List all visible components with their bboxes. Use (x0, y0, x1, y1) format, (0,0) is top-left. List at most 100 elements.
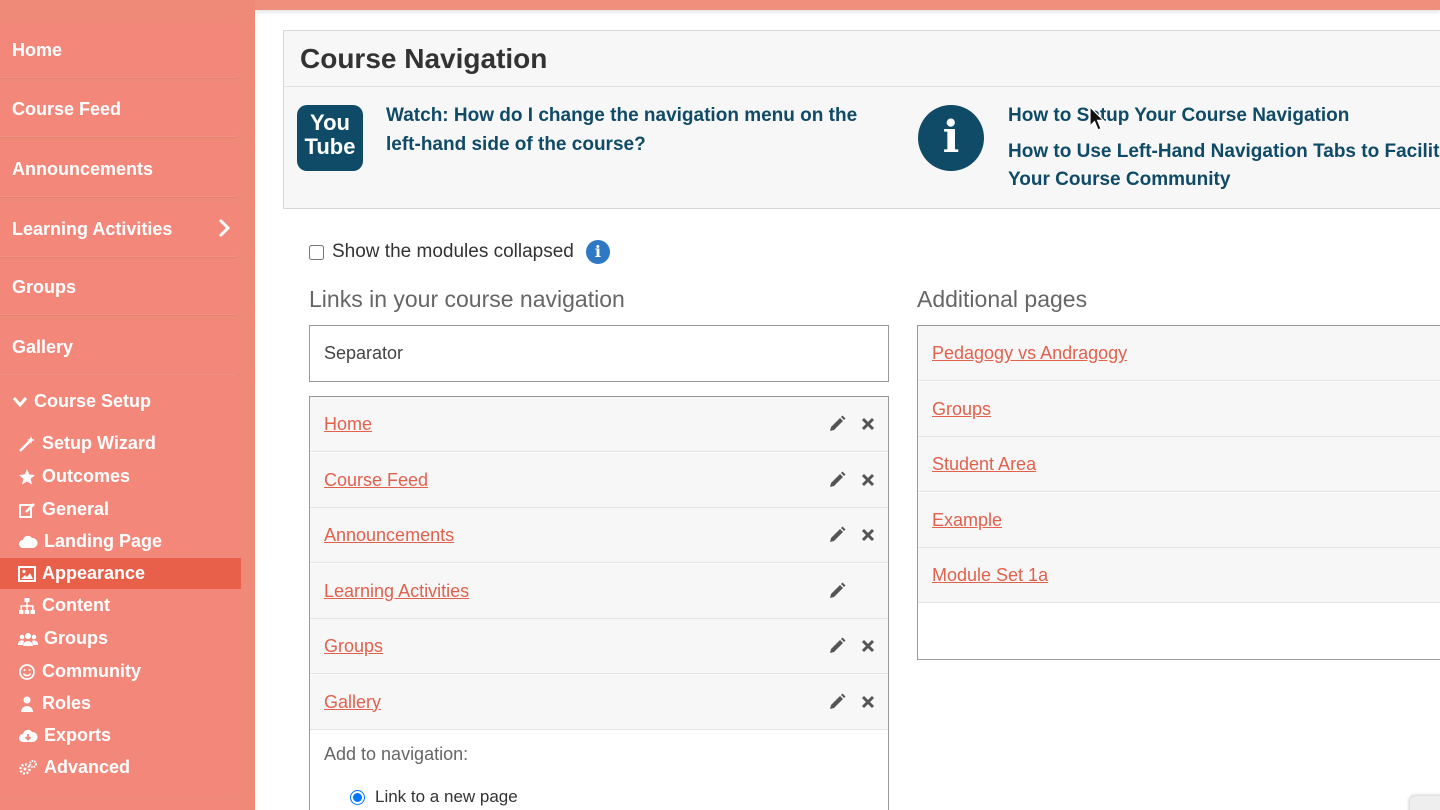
collapse-modules-label[interactable]: Show the modules collapsed (332, 241, 574, 263)
collapse-modules-checkbox[interactable] (309, 244, 324, 260)
setup-item-landing-page[interactable]: Landing Page (0, 526, 241, 557)
page-row-pedagogy-vs-andragogy[interactable]: Pedagogy vs Andragogy (918, 326, 1440, 381)
cloud-icon (19, 535, 38, 548)
setup-item-roles[interactable]: Roles (0, 688, 241, 719)
navigation-links-list: Add to navigation: Link to a new page Ho… (309, 396, 889, 810)
setup-item-label: Setup Wizard (42, 433, 156, 453)
setup-item-label: General (42, 499, 110, 519)
setup-item-label: Outcomes (42, 466, 131, 486)
users-icon (18, 632, 38, 646)
sidebar-item-label: Groups (12, 277, 77, 297)
pencil-icon[interactable] (828, 471, 846, 489)
page-row-module-set-1a[interactable]: Module Set 1a (918, 548, 1440, 603)
nav-link-row-gallery[interactable]: Gallery (310, 674, 888, 730)
setup-item-label: Advanced (44, 757, 131, 777)
sidebar-item-label: Course Feed (12, 99, 122, 119)
sidebar-item-course-feed[interactable]: Course Feed (0, 82, 241, 137)
page-link-groups[interactable]: Groups (932, 399, 991, 420)
nav-link-row-announcements[interactable]: Announcements (310, 508, 888, 563)
link-new-page-label[interactable]: Link to a new page (375, 787, 518, 807)
close-icon[interactable] (860, 527, 876, 543)
page-row-groups[interactable]: Groups (918, 381, 1440, 437)
separator-item[interactable]: Separator (309, 325, 889, 382)
page-link-student-area[interactable]: Student Area (932, 454, 1036, 475)
setup-item-label: Exports (44, 725, 112, 745)
setup-item-content[interactable]: Content (0, 590, 241, 621)
chevron-down-icon (12, 396, 28, 407)
setup-item-outcomes[interactable]: Outcomes (0, 461, 241, 492)
youtube-icon[interactable]: You Tube (297, 105, 363, 171)
floating-widget-edge (1410, 796, 1440, 810)
close-icon[interactable] (860, 416, 876, 432)
sidebar-item-label: Gallery (12, 337, 74, 357)
close-icon[interactable] (860, 694, 876, 710)
info-icon: i (918, 105, 984, 171)
sidebar-item-learning-activities[interactable]: Learning Activities (0, 202, 241, 257)
nav-link-home[interactable]: Home (324, 414, 372, 435)
close-icon[interactable] (860, 638, 876, 654)
help-link-setup-navigation[interactable]: How to Setup Your Course Navigation (1008, 101, 1440, 130)
nav-link-learning-activities[interactable]: Learning Activities (324, 581, 469, 602)
cloud-download-icon (19, 729, 38, 742)
page-title: Course Navigation (300, 43, 548, 74)
setup-item-label: Community (42, 661, 141, 681)
add-to-navigation-label: Add to navigation: (324, 744, 469, 764)
video-help-link[interactable]: Watch: How do I change the navigation me… (386, 101, 886, 159)
setup-item-label: Content (42, 595, 110, 615)
setup-item-groups[interactable]: Groups (0, 623, 241, 654)
nav-link-row-groups[interactable]: Groups (310, 619, 888, 674)
setup-item-appearance[interactable]: Appearance (0, 558, 241, 589)
course-navigation-panel: Course Navigation You Tube Watch: How do… (283, 30, 1440, 209)
pencil-icon[interactable] (828, 415, 846, 433)
additional-pages-list: Pedagogy vs Andragogy Groups Student Area E… (917, 325, 1440, 660)
page-link-pedagogy-vs-andragogy[interactable]: Pedagogy vs Andragogy (932, 343, 1127, 364)
sidebar-item-groups[interactable]: Groups (0, 260, 241, 315)
page-link-example[interactable]: Example (932, 510, 1002, 531)
course-setup-toggle[interactable]: Course Setup (12, 391, 151, 412)
panel-divider (284, 86, 1440, 87)
setup-item-label: Landing Page (44, 531, 163, 551)
image-icon (18, 565, 36, 582)
nav-link-gallery[interactable]: Gallery (324, 692, 381, 713)
collapse-modules-option: Show the modules collapsed i (309, 240, 610, 264)
sidebar-item-gallery[interactable]: Gallery (0, 320, 241, 375)
setup-item-label: Groups (44, 628, 109, 648)
course-setup-label: Course Setup (34, 391, 152, 411)
nav-link-row-home[interactable]: Home (310, 397, 888, 452)
nav-link-row-learning-activities[interactable]: Learning Activities (310, 563, 888, 619)
chevron-right-icon (218, 218, 231, 238)
help-link-left-hand-tabs-continued[interactable]: Your Course Community (1008, 165, 1440, 194)
pencil-icon[interactable] (828, 582, 846, 600)
nav-link-groups[interactable]: Groups (324, 636, 383, 657)
setup-item-setup-wizard[interactable]: Setup Wizard (0, 428, 241, 459)
sidebar-next-section (0, 800, 241, 810)
close-icon[interactable] (860, 472, 876, 488)
pencil-icon[interactable] (828, 526, 846, 544)
page-link-module-set-1a[interactable]: Module Set 1a (932, 565, 1048, 586)
nav-link-announcements[interactable]: Announcements (324, 525, 454, 546)
link-new-page-radio[interactable] (350, 789, 365, 805)
page-row-student-area[interactable]: Student Area (918, 437, 1440, 492)
sidebar-item-home[interactable]: Home (0, 23, 241, 78)
user-icon (21, 696, 33, 712)
link-new-page-option: Link to a new page (350, 787, 518, 807)
youtube-icon-text-top: You (310, 110, 350, 135)
setup-item-exports[interactable]: Exports (0, 720, 241, 751)
pencil-icon[interactable] (828, 693, 846, 711)
sidebar: Home Course Feed Announcements Learning … (0, 0, 255, 810)
nav-link-course-feed[interactable]: Course Feed (324, 470, 428, 491)
mouse-cursor-icon (1089, 106, 1105, 131)
setup-item-community[interactable]: Community (0, 656, 241, 687)
nav-link-row-course-feed[interactable]: Course Feed (310, 452, 888, 508)
info-icon[interactable]: i (585, 240, 610, 264)
pencil-icon[interactable] (828, 637, 846, 655)
smile-icon (19, 663, 35, 680)
sidebar-item-label: Learning Activities (12, 219, 173, 239)
setup-item-general[interactable]: General (0, 494, 241, 525)
page-row-example[interactable]: Example (918, 492, 1440, 548)
setup-item-advanced[interactable]: Advanced (0, 752, 241, 783)
setup-item-label: Appearance (42, 563, 146, 583)
sidebar-item-announcements[interactable]: Announcements (0, 142, 241, 197)
help-link-left-hand-tabs[interactable]: How to Use Left-Hand Navigation Tabs to … (1008, 137, 1440, 166)
sidebar-item-label: Home (12, 40, 63, 60)
